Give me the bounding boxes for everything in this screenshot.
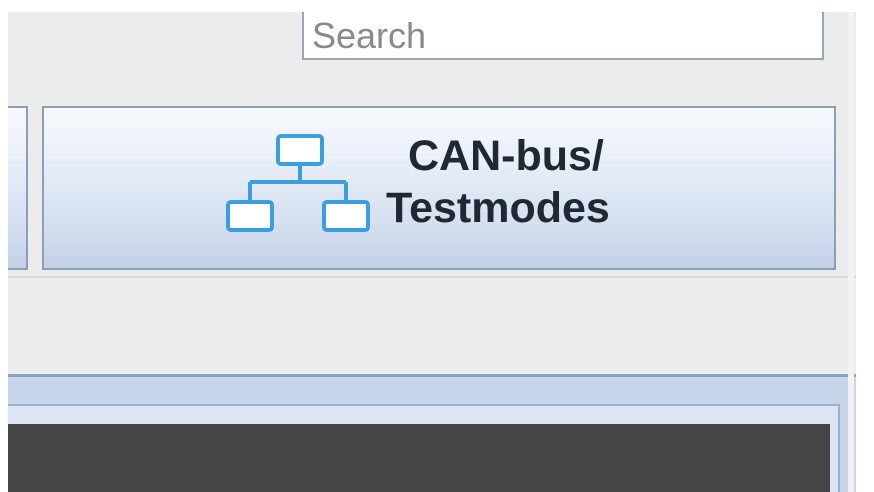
content-panel-dark-area <box>8 424 830 492</box>
app-window: CAN-bus/ Testmodes <box>8 12 856 492</box>
toolbar-button-partial[interactable] <box>8 106 28 270</box>
search-input[interactable] <box>304 12 822 58</box>
button-label-line2: Testmodes <box>386 184 610 232</box>
can-bus-testmodes-label: CAN-bus/ Testmodes <box>386 130 666 234</box>
button-label-line1: CAN-bus/ <box>408 132 604 180</box>
network-tree-icon <box>226 134 370 232</box>
window-right-edge <box>848 12 854 492</box>
search-box[interactable] <box>302 12 824 60</box>
can-bus-testmodes-button[interactable]: CAN-bus/ Testmodes <box>42 106 836 270</box>
toolbar-divider <box>8 276 856 278</box>
